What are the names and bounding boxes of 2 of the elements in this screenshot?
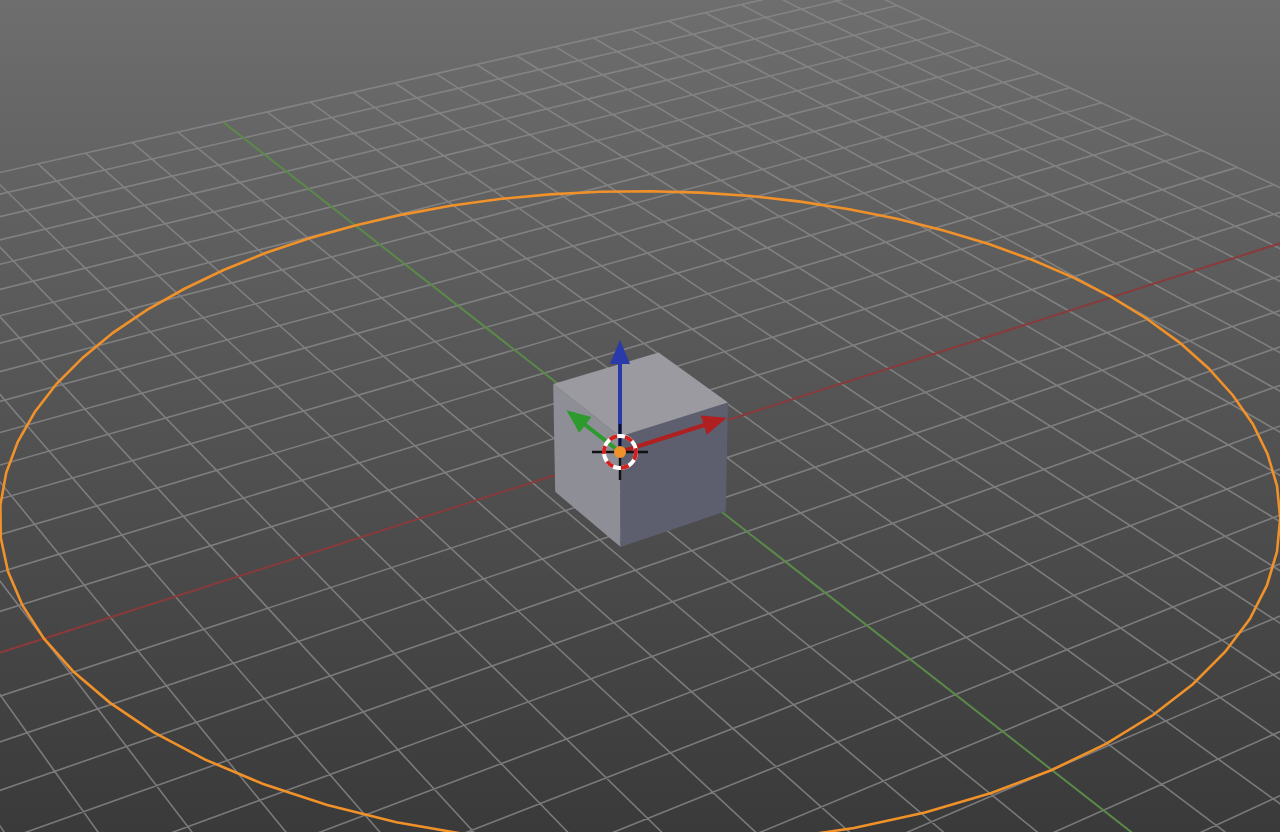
3d-cursor-icon: [592, 424, 648, 480]
transform-gizmo-drawing[interactable]: [566, 340, 727, 454]
